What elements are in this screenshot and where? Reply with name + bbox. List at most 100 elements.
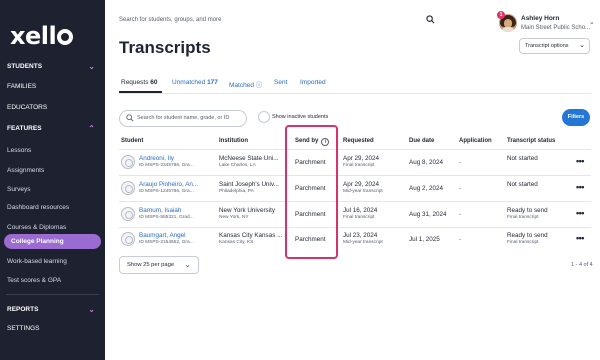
transcript-status-detail: Final transcript	[507, 240, 539, 245]
sidebar-item-students[interactable]: STUDENTS ⌄	[0, 58, 105, 76]
sidebar-item-label: Test scores & GPA	[7, 277, 62, 284]
tab-requests[interactable]: Requests 60	[121, 79, 158, 86]
chevron-down-icon: ⌄	[579, 42, 585, 49]
column-header-student[interactable]: Student	[121, 138, 143, 144]
avatar	[121, 207, 135, 221]
show-inactive-label: Show inactive students	[272, 114, 329, 120]
column-header-institution[interactable]: Institution	[219, 138, 248, 144]
sidebar-item-reports[interactable]: REPORTS ⌄	[0, 301, 105, 319]
sidebar-item-label: Surveys	[7, 186, 31, 193]
application-value: -	[459, 236, 462, 243]
sidebar-item-surveys[interactable]: Surveys	[0, 181, 105, 199]
more-options-icon[interactable]: •••	[576, 156, 584, 166]
sidebar-item-label: Lessons	[7, 147, 32, 154]
search-placeholder: Search for student name, grade, or ID	[137, 115, 230, 121]
pagination-range: 1 - 4 of 4	[571, 262, 593, 268]
search-icon	[126, 114, 134, 122]
sidebar-item-label: SETTINGS	[7, 325, 40, 332]
more-options-icon[interactable]: •••	[576, 233, 584, 243]
due-date: Jul 1, 2025	[409, 236, 440, 243]
sidebar-item-features[interactable]: FEATURES ⌃	[0, 120, 105, 138]
sidebar-item-educators[interactable]: EDUCATORS	[0, 99, 105, 117]
column-header-due-date[interactable]: Due date	[409, 138, 434, 144]
column-header-requested[interactable]: Requested	[343, 138, 374, 144]
institution-location: Lake Charles, LA	[219, 163, 256, 168]
filters-button[interactable]: Filters	[562, 109, 590, 126]
institution-location: Kansas City, KS	[219, 240, 254, 245]
more-options-icon[interactable]: •••	[576, 208, 584, 218]
transcript-options-label: Transcript options	[525, 43, 569, 49]
sidebar: xell STUDENTS ⌄ FAMILIES EDUCATORS FEATUR…	[0, 0, 105, 360]
tab-label: Unmatched	[172, 79, 206, 86]
global-search-input[interactable]: Search for students, groups, and more	[119, 17, 221, 23]
sidebar-item-label: EDUCATORS	[7, 104, 48, 111]
requested-type: Mid-year transcript	[343, 189, 383, 194]
tab-matched[interactable]: Matched ⓘ	[229, 79, 262, 89]
sidebar-item-label: Dashboard resources	[7, 204, 70, 211]
sidebar-item-lessons[interactable]: Lessons	[0, 142, 105, 160]
institution-name: Kansas City Kansas ...	[219, 232, 283, 239]
chevron-down-icon[interactable]: ⌄	[589, 18, 595, 26]
application-value: -	[459, 159, 462, 166]
institution-name: New York University	[219, 207, 275, 214]
row-divider	[119, 149, 591, 150]
chevron-down-icon: ⌄	[88, 62, 95, 71]
student-name-link[interactable]: Baumgart, Angel	[139, 232, 186, 239]
sidebar-item-settings[interactable]: SETTINGS	[0, 320, 105, 338]
requested-date: Jul 23, 2024	[343, 232, 378, 239]
student-name-link[interactable]: Barnum, Isaiah	[139, 207, 181, 214]
chevron-down-icon: ⌄	[88, 305, 95, 314]
xello-logo[interactable]: xell	[10, 22, 74, 50]
student-id: ID MSPS-1245786, Gra...	[139, 189, 194, 194]
institution-location: Philadelphia, PA	[219, 189, 254, 194]
per-page-label: Show 25 per page	[127, 262, 175, 268]
row-divider	[119, 201, 591, 202]
sidebar-item-assignments[interactable]: Assignments	[0, 162, 105, 180]
tab-label: Requests	[121, 79, 149, 86]
due-date: Aug 8, 2024	[409, 159, 443, 166]
requested-date: Apr 29, 2024	[343, 181, 380, 188]
institution-location: New York, NY	[219, 215, 249, 220]
transcript-status-detail: Final transcript	[507, 215, 539, 220]
avatar	[121, 181, 135, 195]
sidebar-item-label: Work-based learning	[7, 258, 67, 265]
due-date: Aug 2, 2024	[409, 185, 443, 192]
transcript-status: Ready to send	[507, 207, 548, 214]
tab-sent[interactable]: Sent	[274, 79, 287, 86]
sidebar-item-families[interactable]: FAMILIES	[0, 78, 105, 96]
row-divider	[119, 227, 591, 228]
chevron-up-icon: ⌃	[88, 124, 95, 133]
more-options-icon[interactable]: •••	[576, 182, 584, 192]
user-name[interactable]: Ashley Horn	[521, 15, 559, 22]
tabs-divider	[119, 93, 591, 94]
sidebar-item-work-based-learning[interactable]: Work-based learning	[0, 253, 105, 271]
notification-badge: 1	[497, 11, 505, 19]
student-id: ID MSPS-2154652, Gra...	[139, 240, 194, 245]
sidebar-item-dashboard-resources[interactable]: Dashboard resources	[0, 199, 105, 217]
tab-imported[interactable]: Imported	[300, 79, 326, 86]
per-page-select[interactable]: Show 25 per page ⌄	[119, 256, 199, 274]
avatar	[121, 232, 135, 246]
column-header-transcript-status[interactable]: Transcript status	[507, 138, 555, 144]
sidebar-divider	[6, 294, 99, 295]
user-school: Main Street Public Scho...	[521, 25, 591, 31]
column-header-application[interactable]: Application	[459, 138, 492, 144]
sidebar-item-test-scores-gpa[interactable]: Test scores & GPA	[0, 272, 105, 290]
search-icon[interactable]	[426, 15, 435, 24]
transcript-status: Ready to send	[507, 232, 548, 239]
student-name-link[interactable]: Andreoni, Ily	[139, 155, 174, 162]
student-search-input[interactable]: Search for student name, grade, or ID	[119, 110, 247, 127]
sidebar-item-label: Courses & Diplomas	[7, 224, 67, 231]
sidebar-item-college-planning[interactable]: College Planning	[4, 234, 101, 249]
transcript-status: Not started	[507, 181, 538, 188]
sidebar-item-label: FAMILIES	[7, 83, 37, 90]
tab-count: 60	[150, 79, 158, 86]
transcript-options-button[interactable]: Transcript options ⌄	[519, 38, 590, 54]
tab-unmatched[interactable]: Unmatched 177	[172, 79, 218, 86]
tab-label: Matched ⓘ	[229, 82, 263, 89]
student-id: ID MSPS-2345786, Gra...	[139, 163, 194, 168]
student-id: ID MSPS-555321, Grad...	[139, 215, 194, 220]
student-name-link[interactable]: Araujo Pinheiro, An...	[139, 181, 198, 188]
show-inactive-checkbox[interactable]	[258, 111, 270, 123]
requested-date: Apr 29, 2024	[343, 155, 380, 162]
